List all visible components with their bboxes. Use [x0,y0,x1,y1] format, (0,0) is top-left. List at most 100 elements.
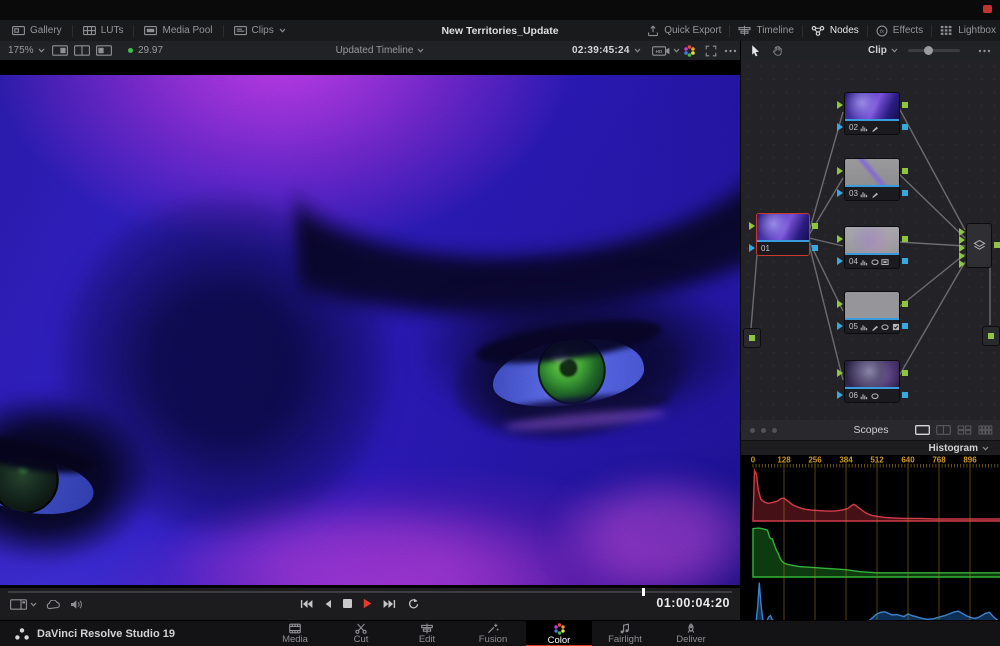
corrector-node-05[interactable]: 05 [844,291,900,334]
rgb-input-port[interactable] [837,235,843,243]
go-to-start-button[interactable] [300,599,313,609]
loop-button[interactable] [407,598,419,609]
key-output-port[interactable] [812,245,818,251]
key-output-port[interactable] [902,258,908,264]
rgb-input-port[interactable] [837,369,843,377]
key-input-port[interactable] [837,123,843,131]
page-cut[interactable]: Cut [328,621,394,646]
node-mode-dropdown[interactable]: Clip [868,41,898,60]
rgb-output-port[interactable] [902,168,908,174]
go-to-end-button[interactable] [383,599,396,609]
mixer-input-port[interactable] [959,260,965,268]
stop-button[interactable] [343,599,352,608]
mixer-input-port[interactable] [959,236,965,244]
pan-tool-button[interactable] [772,41,784,60]
mixer-input-port[interactable] [959,252,965,260]
viewer-zoom-dropdown[interactable]: 175% [8,41,45,60]
node-panel-options-button[interactable] [978,41,991,60]
viewer-mode-single-icon[interactable] [52,45,68,56]
rgb-output-port[interactable] [902,370,908,376]
corrector-node-06[interactable]: 06 [844,360,900,403]
page-edit[interactable]: Edit [394,621,460,646]
rgb-output-port[interactable] [902,301,908,307]
rgb-output-port[interactable] [902,236,908,242]
scope-layout-quad-icon[interactable] [957,425,972,435]
viewer-layout-dropdown[interactable] [10,599,37,610]
rgb-input-port[interactable] [837,300,843,308]
format-selector[interactable]: HD [652,41,680,60]
app-bar: DaVinci Resolve Studio 19 MediaCutEditFu… [0,620,1000,646]
source-node[interactable] [743,328,761,348]
mixer-input-port[interactable] [959,228,965,236]
viewer-scrubber[interactable] [8,591,732,593]
page-fairlight[interactable]: Fairlight [592,621,658,646]
top-button-timeline[interactable]: Timeline [738,25,793,36]
layer-mixer-icon [973,239,986,252]
key-output-port[interactable] [902,124,908,130]
key-output-port[interactable] [902,323,908,329]
node-number: 04 [849,257,858,266]
top-button-luts[interactable]: LUTs [83,25,124,36]
selection-tool-button[interactable] [750,41,761,60]
timeline-selector[interactable]: Updated Timeline [310,41,450,60]
scope-type-dropdown[interactable]: Histogram [741,441,1000,455]
slider-track[interactable] [908,49,960,52]
corrector-node-04[interactable]: 04 [844,226,900,269]
toolbar-divider [133,25,134,37]
expand-viewer-button[interactable] [705,41,717,60]
rgb-output-port[interactable] [902,102,908,108]
chevron-down-icon [38,48,45,53]
histogram-scope: 0128256384512640768896 [741,455,1000,643]
viewer-options-button[interactable] [724,41,737,60]
key-input-port[interactable] [837,189,843,197]
playhead-marker[interactable] [642,588,645,596]
node-zoom-slider[interactable] [908,41,960,60]
slider-thumb[interactable] [924,46,933,55]
page-fusion[interactable]: Fusion [460,621,526,646]
top-button-effects[interactable]: fxEffects [876,25,923,37]
viewer-mode-enhanced-icon[interactable] [96,45,112,56]
key-output-port[interactable] [902,190,908,196]
mixer-output-port[interactable] [994,242,1000,248]
top-button-media-pool[interactable]: Media Pool [144,25,212,36]
node-number: 05 [849,322,858,331]
scope-layout-grid-icon[interactable] [978,425,993,435]
corrector-node-01[interactable]: 01 [756,213,810,256]
step-back-button[interactable] [324,599,332,609]
top-button-nodes[interactable]: Nodes [811,25,859,36]
page-media[interactable]: Media [262,621,328,646]
node-label: 05 [845,320,899,333]
output-node[interactable] [982,326,1000,346]
nodes-icon [811,25,825,36]
bypass-grade-icon[interactable] [46,600,61,610]
corrector-node-03[interactable]: 03 [844,158,900,201]
top-button-quick-export[interactable]: Quick Export [647,25,721,37]
corrector-node-02[interactable]: 02 [844,92,900,135]
viewer-mode-split-icon[interactable] [74,45,90,56]
ellipse-node-icon [871,258,879,266]
page-color[interactable]: Color [526,621,592,646]
mixer-input-port[interactable] [959,244,965,252]
scope-layout-two-icon[interactable] [936,425,951,435]
rgb-output-port[interactable] [812,223,818,229]
key-input-port[interactable] [837,391,843,399]
play-button[interactable] [363,598,372,609]
rgb-input-port[interactable] [837,101,843,109]
top-button-clips[interactable]: Clips [234,25,286,36]
scope-layout-single-icon[interactable] [915,425,930,435]
key-input-port[interactable] [749,244,755,252]
layer-mixer-node[interactable] [966,223,992,268]
rgb-input-port[interactable] [749,222,755,230]
key-input-port[interactable] [837,322,843,330]
speaker-icon[interactable] [70,599,83,610]
page-deliver[interactable]: Deliver [658,621,724,646]
toolbar-divider [729,25,730,37]
top-button-gallery[interactable]: Gallery [12,25,62,36]
grade-toggle[interactable] [683,41,696,60]
top-button-lightbox[interactable]: Lightbox [940,25,996,36]
viewer-timecode[interactable]: 02:39:45:24 [572,41,641,60]
scope-window-dots[interactable] [741,428,777,433]
key-output-port[interactable] [902,392,908,398]
key-input-port[interactable] [837,257,843,265]
rgb-input-port[interactable] [837,167,843,175]
